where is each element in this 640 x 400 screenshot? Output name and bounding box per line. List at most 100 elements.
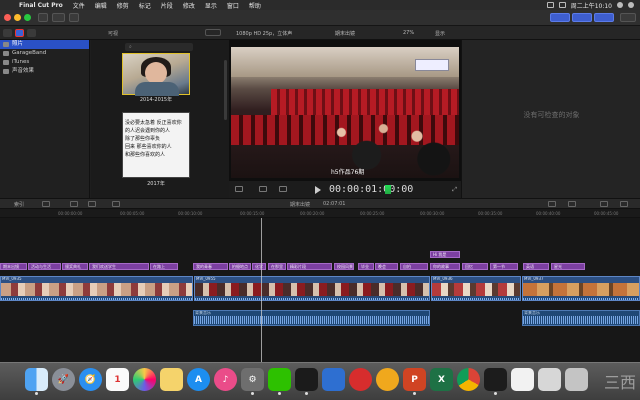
title-clip[interactable]: 我们欢送学生 [89, 263, 149, 270]
menu-clip[interactable]: 片段 [156, 1, 178, 10]
itunes-icon[interactable]: ♪ [214, 368, 237, 391]
back-icon[interactable] [42, 201, 50, 207]
final-cut-pro-icon[interactable] [484, 368, 507, 395]
browser-scrollbar[interactable] [224, 60, 227, 120]
select-tool-icon[interactable] [112, 201, 120, 207]
search-input[interactable]: ⌕ [125, 43, 193, 51]
close-window-icon[interactable] [4, 14, 11, 21]
transform-icon[interactable] [259, 186, 267, 192]
title-clip[interactable]: 颁奖典礼 [62, 263, 88, 270]
title-clip[interactable]: 期末出镜 [0, 263, 27, 270]
title-clip[interactable]: 在路上 [150, 263, 178, 270]
iqiyi-icon[interactable] [376, 368, 399, 391]
speed-icon[interactable] [279, 186, 287, 192]
title-clip[interactable]: 毕业 [358, 263, 374, 270]
app-store-icon[interactable]: A [187, 368, 210, 391]
title-clip[interactable]: 我的青春 [193, 263, 228, 270]
menu-file[interactable]: 文件 [68, 1, 90, 10]
title-clip[interactable]: 校园风景 [334, 263, 354, 270]
insert-clip-icon[interactable] [88, 201, 96, 207]
sidebar-item-sound-effects[interactable]: 声音效果 [0, 67, 89, 76]
title-clip[interactable]: 星光 [551, 263, 585, 270]
netease-music-icon[interactable] [349, 368, 372, 391]
clip-appearance-button[interactable] [205, 29, 221, 36]
menu-window[interactable]: 窗口 [222, 1, 244, 10]
show-browser-button[interactable] [550, 13, 570, 22]
calendar-icon[interactable]: 1 [106, 368, 129, 391]
photos-icon[interactable] [133, 368, 156, 391]
title-clip[interactable]: 回忆 [462, 263, 488, 270]
dictionary-icon[interactable] [322, 368, 345, 391]
text-photo-thumbnail[interactable]: 没必要太急着 反正喜欢你 的人迟会遇到你的人 除了那些你辜负 回来 那些喜欢你的… [122, 112, 190, 178]
share-button[interactable] [620, 13, 636, 22]
keyword-button[interactable] [52, 13, 65, 22]
video-clip[interactable]: MVI_0937 [522, 276, 640, 301]
zoom-window-icon[interactable] [24, 14, 31, 21]
effects-browser-icon[interactable] [620, 201, 628, 207]
finder-icon[interactable] [25, 368, 48, 395]
chrome-icon[interactable] [457, 368, 480, 391]
menu-help[interactable]: 帮助 [244, 1, 266, 10]
titles-generators-icon[interactable] [27, 29, 36, 37]
menu-mark[interactable]: 标记 [134, 1, 156, 10]
sidebar-item-garageband[interactable]: GarageBand [0, 49, 89, 58]
video-clip[interactable]: MVI_0955 [194, 276, 430, 301]
title-clip[interactable]: 晚会 [375, 263, 398, 270]
libraries-icon[interactable] [3, 29, 12, 37]
connect-clip-icon[interactable] [70, 201, 78, 207]
spotlight-icon[interactable] [617, 2, 623, 8]
photos-and-audio-icon[interactable] [15, 29, 24, 37]
view-options-icon[interactable] [235, 186, 243, 192]
timeline-ruler[interactable]: 00:00:00:00 00:00:05:00 00:00:10:00 00:0… [0, 209, 640, 218]
trash-icon[interactable] [565, 368, 588, 391]
timeline[interactable]: Hi 我是 期末出镜 活动与生活 颁奖典礼 我们欢送学生 在路上 我的青春 拍摄… [0, 218, 640, 362]
video-clip[interactable]: MVI_0936 [431, 276, 521, 301]
video-frame[interactable]: h5作品76期 [231, 47, 459, 178]
skimming-icon[interactable] [568, 201, 576, 207]
system-preferences-icon[interactable]: ⚙ [241, 368, 264, 395]
show-timeline-button[interactable] [572, 13, 592, 22]
preview-icon[interactable] [538, 368, 561, 391]
launchpad-icon[interactable]: 🚀 [52, 368, 75, 391]
photo-thumbnail[interactable] [122, 53, 190, 96]
excel-icon[interactable]: X [430, 368, 453, 391]
qq-icon[interactable] [295, 368, 318, 395]
title-clip[interactable]: 化学 [252, 263, 266, 270]
title-clip[interactable]: 第一节 [490, 263, 518, 270]
title-clip[interactable]: 精彩片段 [287, 263, 332, 270]
fullscreen-icon[interactable]: ⤢ [452, 186, 457, 194]
viewer-zoom-menu[interactable]: 27% [403, 30, 414, 36]
menu-modify[interactable]: 修改 [178, 1, 200, 10]
title-clip[interactable]: 活动与生活 [28, 263, 61, 270]
viewer-show-menu[interactable]: 显示 [435, 30, 445, 37]
menu-app-name[interactable]: Final Cut Pro [14, 2, 68, 9]
safari-icon[interactable]: 🧭 [79, 368, 102, 391]
sidebar-item-photos[interactable]: 照片 [0, 40, 89, 49]
wifi-icon[interactable] [546, 2, 554, 8]
timecode-display[interactable]: 00:00:01:00:00 [329, 184, 413, 195]
menu-edit[interactable]: 编辑 [90, 1, 112, 10]
battery-icon[interactable] [558, 2, 566, 8]
title-clip[interactable]: 你的故事 [430, 263, 460, 270]
menubar-clock[interactable]: 周二上午10:10 [571, 1, 612, 10]
play-icon[interactable] [315, 186, 321, 194]
powerpoint-icon[interactable]: P [403, 368, 426, 395]
audio-clip[interactable]: 背景音乐 [522, 310, 640, 326]
title-clip[interactable]: 自拍 [400, 263, 428, 270]
import-button[interactable] [38, 13, 48, 22]
minimize-window-icon[interactable] [14, 14, 21, 21]
title-clip[interactable]: 在那里 [268, 263, 286, 270]
sidebar-item-itunes[interactable]: iTunes [0, 58, 89, 67]
playhead[interactable] [261, 218, 262, 362]
clip-appearance-icon[interactable] [600, 201, 608, 207]
title-clip[interactable]: 英语 [523, 263, 549, 270]
menu-trim[interactable]: 修剪 [112, 1, 134, 10]
title-clip[interactable]: Hi 我是 [430, 251, 460, 258]
notes-icon[interactable] [160, 368, 183, 391]
show-inspector-button[interactable] [594, 13, 614, 22]
title-clip[interactable]: 拍摄地点 [229, 263, 251, 270]
wechat-icon[interactable] [268, 368, 291, 395]
snapping-icon[interactable] [548, 201, 556, 207]
notification-center-icon[interactable] [628, 2, 634, 8]
browser-filter-label[interactable]: 可视 [108, 30, 118, 37]
